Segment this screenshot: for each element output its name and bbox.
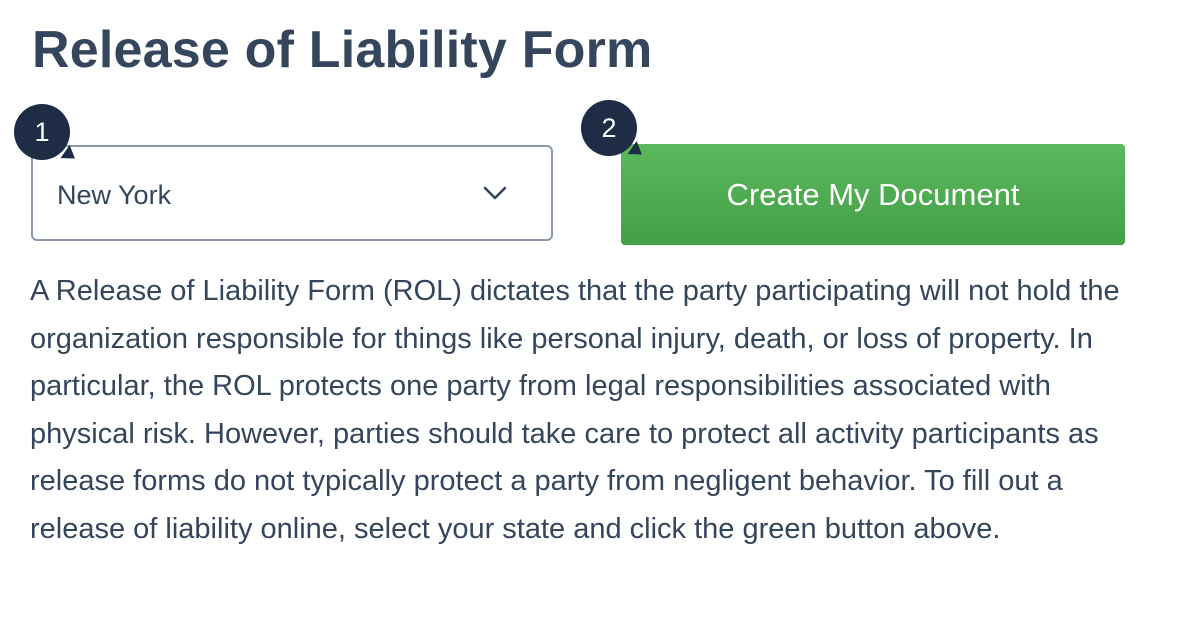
step-badge-1: 1 xyxy=(14,104,70,160)
description-text: A Release of Liability Form (ROL) dictat… xyxy=(30,275,1120,545)
chevron-down-icon xyxy=(483,186,507,200)
create-document-button[interactable]: Create My Document xyxy=(621,144,1125,245)
state-select-value: New York xyxy=(57,180,172,210)
page-title: Release of Liability Form xyxy=(32,21,653,79)
state-select[interactable]: New York xyxy=(31,145,553,241)
step-badge-2: 2 xyxy=(581,100,637,156)
